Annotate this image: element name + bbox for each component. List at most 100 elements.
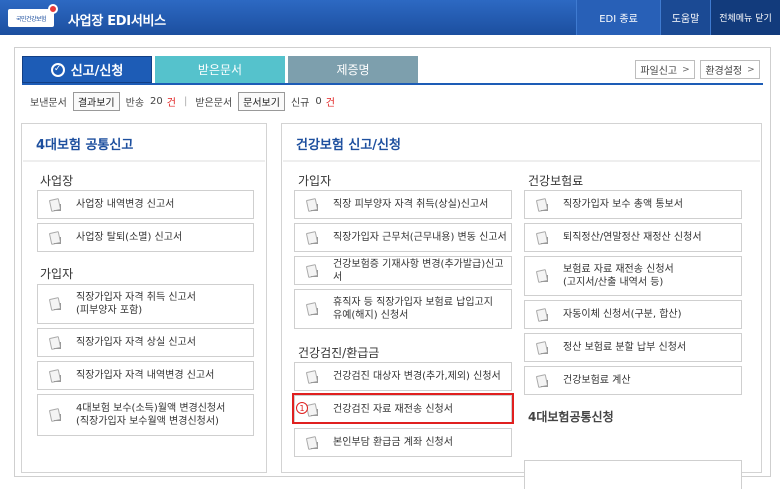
- document-icon: [48, 198, 62, 212]
- chevron-right-icon: >: [682, 64, 690, 75]
- item-label: 직장가입자 보수 총액 통보서: [563, 199, 683, 210]
- item-label: 4대보험 보수(소득)월액 변경신청서 (직장가입자 보수월액 변경신청서): [76, 403, 226, 427]
- return-count: 20: [150, 95, 163, 107]
- tab-underline: [22, 83, 763, 85]
- list-item[interactable]: 직장가입자 근무처(근무내용) 변동 신고서: [294, 223, 512, 252]
- list-item[interactable]: 퇴직정산/연말정산 재정산 신청서: [524, 223, 742, 252]
- list-item[interactable]: 직장가입자 자격 내역변경 신고서: [37, 361, 254, 390]
- document-icon: [535, 308, 549, 322]
- new-count: 0: [315, 95, 322, 107]
- env-settings-button[interactable]: 환경설정 >: [700, 60, 760, 79]
- document-icon: [535, 341, 549, 355]
- nhis-logo[interactable]: 국민건강보험: [8, 4, 58, 28]
- item-label: 사업장 내역변경 신고서: [76, 199, 175, 210]
- item-label: 건강보험증 기재사항 변경(추가발급)신고서: [333, 258, 504, 283]
- document-icon: [48, 369, 62, 383]
- panel-title: 건강보험 신고/신청: [296, 138, 401, 153]
- app-title: 사업장 EDI서비스: [68, 14, 166, 29]
- document-icon: [48, 408, 62, 422]
- status-row: 보낸문서 결과보기 반송 20 건 | 받은문서 문서보기 신규 0 건: [30, 91, 335, 111]
- chevron-right-icon: >: [747, 64, 755, 75]
- received-docs-label: 받은문서: [195, 97, 233, 109]
- logo-mark: 국민건강보험: [8, 4, 58, 27]
- list-item[interactable]: 직장가입자 보수 총액 통보서: [524, 190, 742, 219]
- document-icon: [305, 198, 319, 212]
- edi-end-button[interactable]: EDI 종료: [576, 0, 660, 35]
- item-label: 정산 보험료 분할 납부 신청서: [563, 342, 687, 353]
- close-all-menu-button[interactable]: 전체메뉴 닫기: [710, 0, 780, 35]
- list-item[interactable]: 보험료 자료 재전송 신청서 (고지서/산출 내역서 등): [524, 256, 742, 296]
- tab-received-docs[interactable]: 받은문서: [155, 56, 285, 83]
- list-item[interactable]: 건강보험증 기재사항 변경(추가발급)신고서: [294, 256, 512, 285]
- list-item[interactable]: 직장가입자 자격 상실 신고서: [37, 328, 254, 357]
- document-icon: [305, 231, 319, 245]
- panel-title: 4대보험 공통신고: [36, 138, 134, 153]
- return-label: 반송: [125, 97, 145, 109]
- section-workplace: 사업장: [40, 174, 74, 188]
- item-label: 자동이체 신청서(구분, 합산): [563, 309, 682, 320]
- list-item[interactable]: [524, 460, 742, 489]
- highlight-box: [292, 393, 514, 424]
- help-button[interactable]: 도움말: [660, 0, 710, 35]
- new-unit[interactable]: 건: [326, 94, 335, 109]
- logo-text: 국민건강보험: [15, 15, 47, 23]
- section-premium: 건강보험료: [528, 174, 584, 188]
- section-subscriber: 가입자: [298, 174, 332, 188]
- document-icon: [305, 370, 319, 384]
- return-unit[interactable]: 건: [167, 94, 176, 109]
- env-settings-label: 환경설정: [705, 66, 743, 77]
- list-item[interactable]: 정산 보험료 분할 납부 신청서: [524, 333, 742, 362]
- document-icon: [535, 198, 549, 212]
- logo-dot-icon: [48, 4, 58, 14]
- list-item[interactable]: 본인부담 환급금 계좌 신청서: [294, 428, 512, 457]
- document-icon: [48, 336, 62, 350]
- list-item[interactable]: 직장 피부양자 자격 취득(상실)신고서: [294, 190, 512, 219]
- tab-label: 제증명: [336, 63, 370, 77]
- list-item[interactable]: 건강보험료 계산: [524, 366, 742, 395]
- item-label: 퇴직정산/연말정산 재정산 신청서: [563, 232, 702, 243]
- file-report-label: 파일신고: [640, 66, 678, 77]
- document-icon: [535, 231, 549, 245]
- document-icon: [48, 231, 62, 245]
- tab-report-request[interactable]: ✓ 신고/신청: [22, 56, 152, 83]
- sent-docs-label: 보낸문서: [30, 97, 67, 109]
- item-label: 본인부담 환급금 계좌 신청서: [333, 437, 453, 448]
- panel-divider: [283, 160, 760, 162]
- item-label: 직장 피부양자 자격 취득(상실)신고서: [333, 199, 489, 210]
- list-item[interactable]: 사업장 내역변경 신고서: [37, 190, 254, 219]
- list-item[interactable]: 4대보험 보수(소득)월액 변경신청서 (직장가입자 보수월액 변경신청서): [37, 394, 254, 436]
- file-report-button[interactable]: 파일신고 >: [635, 60, 695, 79]
- item-label: 건강보험료 계산: [563, 375, 631, 386]
- list-item[interactable]: 건강검진 대상자 변경(추가,제외) 신청서: [294, 362, 512, 391]
- view-results-button[interactable]: 결과보기: [72, 91, 120, 111]
- tab-label: 받은문서: [197, 63, 243, 77]
- step-marker: 1: [296, 402, 308, 414]
- view-docs-button[interactable]: 문서보기: [238, 91, 285, 111]
- item-label: 사업장 탈퇴(소멸) 신고서: [76, 232, 183, 243]
- item-label: 휴직자 등 직장가입자 보험료 납입고지 유예(해지) 신청서: [333, 297, 493, 321]
- list-item[interactable]: 직장가입자 자격 취득 신고서 (피부양자 포함): [37, 284, 254, 324]
- item-label: 건강검진 대상자 변경(추가,제외) 신청서: [333, 371, 501, 382]
- section-subscriber: 가입자: [40, 267, 74, 281]
- new-label: 신규: [290, 97, 310, 109]
- tab-label: 신고/신청: [70, 64, 124, 79]
- document-icon: [305, 264, 319, 278]
- section-common-request: 4대보험공통신청: [528, 410, 614, 424]
- document-icon: [48, 297, 62, 311]
- divider: |: [183, 95, 188, 107]
- item-label: 직장가입자 자격 취득 신고서 (피부양자 포함): [76, 292, 196, 316]
- item-label: 직장가입자 근무처(근무내용) 변동 신고서: [333, 232, 507, 243]
- list-item[interactable]: 자동이체 신청서(구분, 합산): [524, 300, 742, 329]
- section-checkup: 건강검진/환급금: [298, 346, 380, 360]
- top-bar: 국민건강보험 사업장 EDI서비스 EDI 종료 도움말 전체메뉴 닫기: [0, 0, 780, 35]
- list-item[interactable]: 휴직자 등 직장가입자 보험료 납입고지 유예(해지) 신청서: [294, 289, 512, 329]
- tab-certificates[interactable]: 제증명: [288, 56, 418, 83]
- document-icon: [535, 269, 549, 283]
- item-label: 직장가입자 자격 내역변경 신고서: [76, 370, 215, 381]
- item-label: 보험료 자료 재전송 신청서 (고지서/산출 내역서 등): [563, 264, 674, 288]
- document-icon: [535, 374, 549, 388]
- check-circle-icon: ✓: [50, 62, 65, 77]
- panel-divider: [23, 160, 265, 162]
- item-label: 직장가입자 자격 상실 신고서: [76, 337, 196, 348]
- list-item[interactable]: 사업장 탈퇴(소멸) 신고서: [37, 223, 254, 252]
